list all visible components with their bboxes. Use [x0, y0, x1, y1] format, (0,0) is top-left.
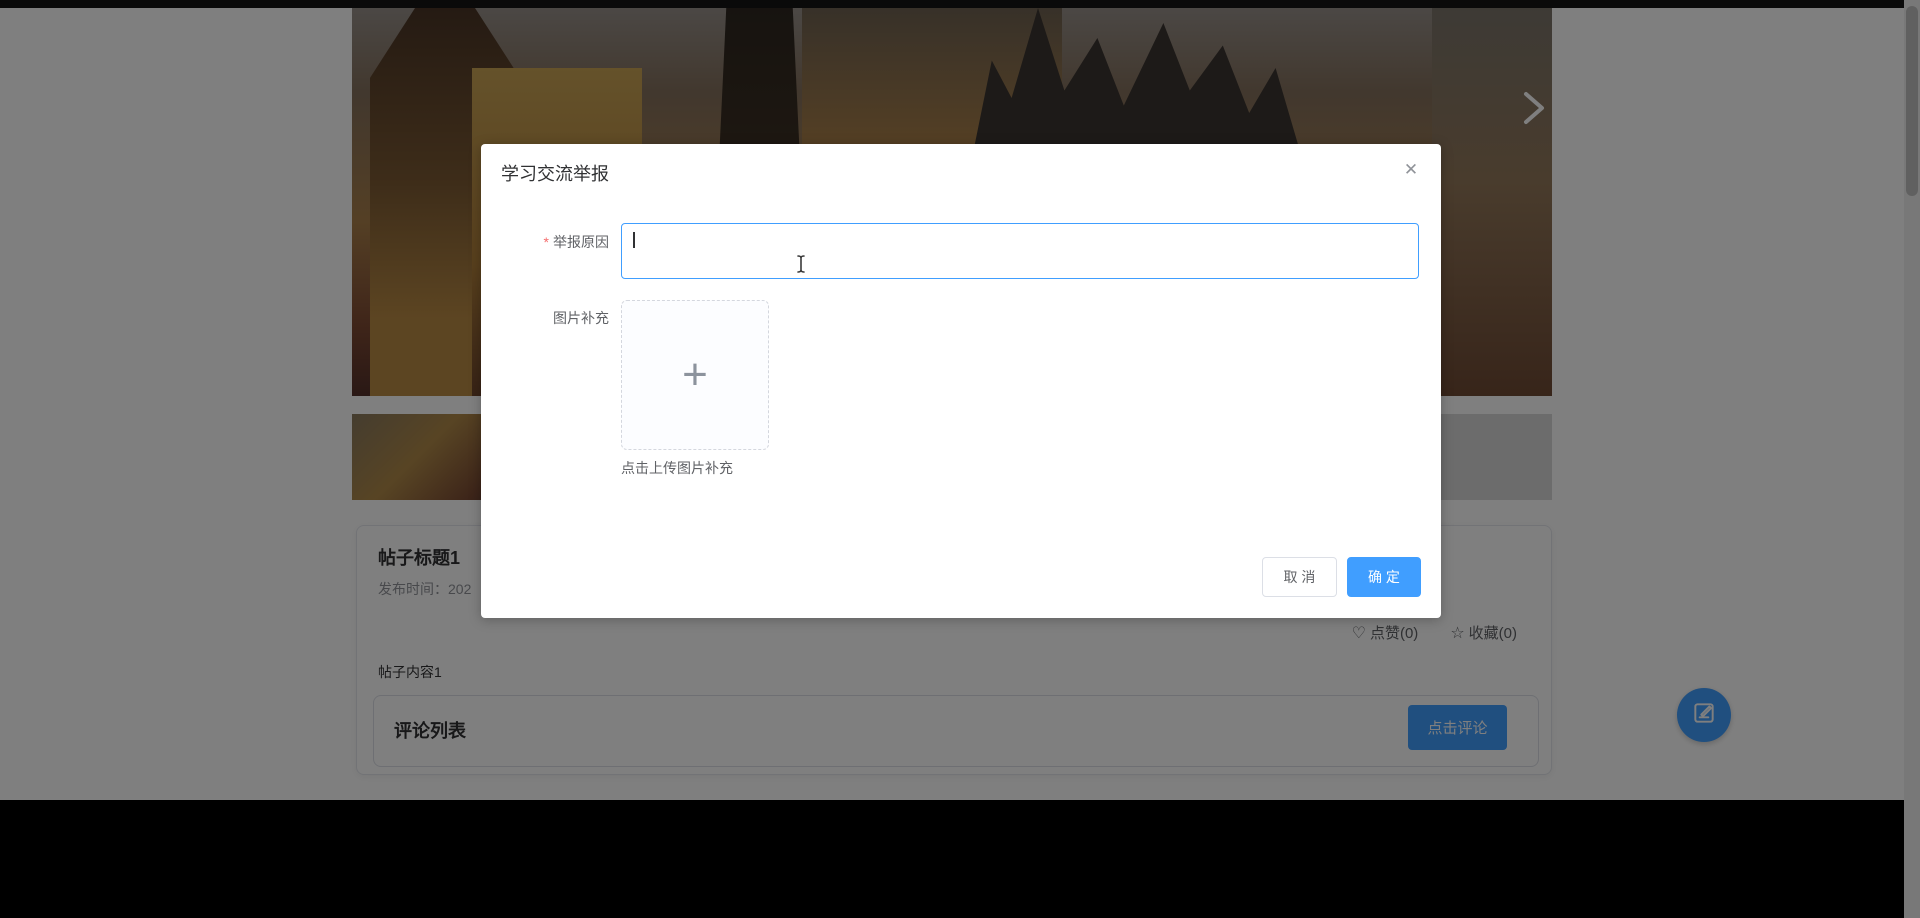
required-asterisk: * [543, 234, 549, 250]
reason-field-label: * 举报原因 [543, 234, 609, 250]
confirm-button[interactable]: 确 定 [1347, 557, 1421, 597]
cancel-button[interactable]: 取 消 [1262, 557, 1337, 597]
upload-hint-text: 点击上传图片补充 [621, 460, 733, 476]
image-upload-dropzone[interactable]: + [621, 300, 769, 450]
dialog-title: 学习交流举报 [501, 164, 609, 184]
page-viewport: 帖子标题1 发布时间：202 ♡ 点赞(0) ☆ 收藏(0) 帖子内容1 评论列… [0, 0, 1920, 918]
text-caret [633, 232, 635, 248]
ibeam-cursor-icon [795, 254, 807, 279]
reason-textarea[interactable] [621, 223, 1419, 279]
close-icon[interactable]: ✕ [1401, 160, 1421, 180]
plus-icon: + [682, 350, 708, 399]
image-field-label: 图片补充 [553, 310, 609, 326]
report-dialog: 学习交流举报 ✕ * 举报原因 图片补充 + 点击上传图片补充 取 消 确 定 [481, 144, 1441, 618]
